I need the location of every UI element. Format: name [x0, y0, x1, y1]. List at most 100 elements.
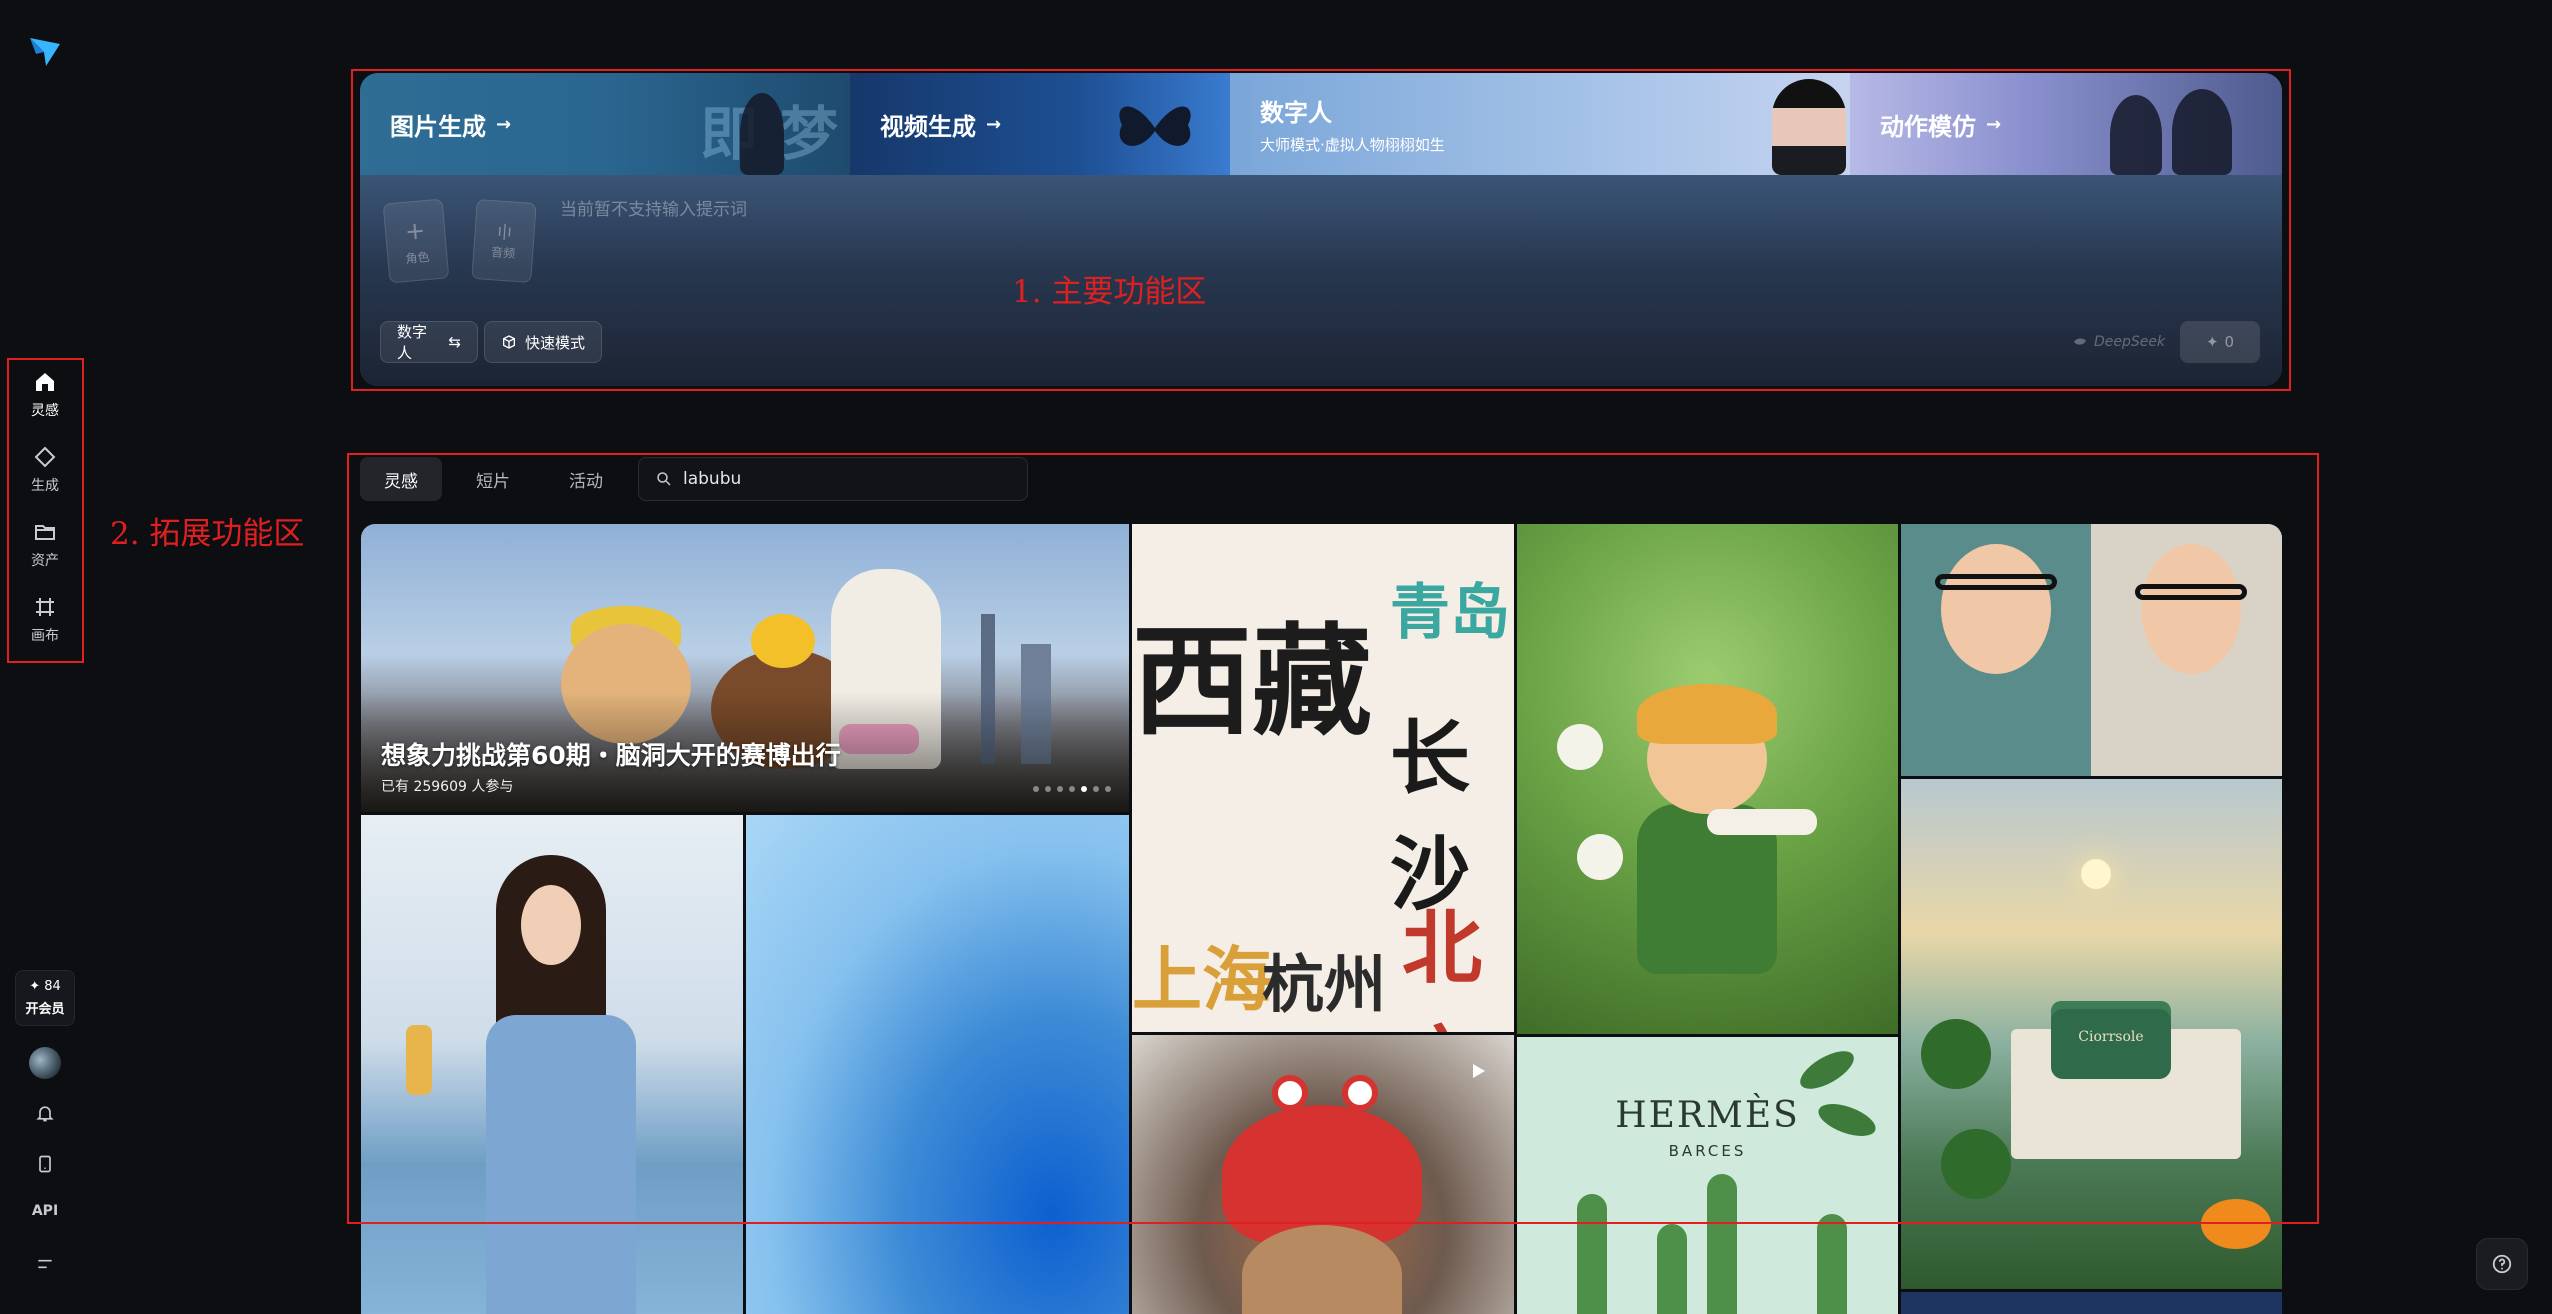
- nav-generate-label: 生成: [31, 478, 59, 494]
- glasses-shape: [1935, 574, 2057, 590]
- cartoon-face: [1941, 544, 2051, 674]
- mode-select-button[interactable]: 数字人 ⇆: [380, 321, 478, 363]
- gallery-item-crab-cat-video[interactable]: [1132, 1035, 1514, 1314]
- search-input[interactable]: labubu: [638, 457, 1028, 501]
- flower-shape: [1557, 724, 1603, 770]
- plus-icon: +: [403, 215, 427, 246]
- motion-mimic-entry[interactable]: 动作模仿 →: [1850, 73, 2282, 175]
- tab-inspiration[interactable]: 灵感: [360, 457, 442, 501]
- hermes-subtitle: BARCES: [1668, 1142, 1747, 1160]
- gallery-item-woman-beach[interactable]: [361, 815, 743, 1314]
- gallery-item-felt-doll[interactable]: [1517, 524, 1898, 1034]
- crab-eye: [1272, 1075, 1308, 1111]
- cactus-shape: [1707, 1174, 1737, 1314]
- add-audio-card[interactable]: ı|ı 音频: [471, 199, 537, 283]
- notification-bell-icon[interactable]: [28, 1096, 62, 1130]
- menu-icon[interactable]: [28, 1247, 62, 1281]
- broccoli-shape: [1921, 1019, 1991, 1089]
- featured-challenge-card[interactable]: 想象力挑战第60期・脑洞大开的赛博出行 已有 259609 人参与: [361, 524, 1129, 812]
- city-hangzhou: 杭州: [1262, 948, 1387, 1021]
- dress-shape: [486, 1015, 636, 1314]
- nav-canvas-label: 画布: [31, 628, 59, 644]
- mode-label: 数字人: [397, 323, 428, 362]
- arrow-right-icon: →: [986, 113, 1002, 135]
- api-link[interactable]: API: [25, 1203, 65, 1219]
- generate-cost: 0: [2224, 333, 2235, 351]
- person-silhouette: [2110, 95, 2162, 175]
- image-generation-entry[interactable]: 图片生成 → 即 梦: [360, 73, 850, 175]
- flower-shape: [1577, 834, 1623, 880]
- city-shanghai: 上海: [1132, 938, 1272, 1021]
- carousel-dot[interactable]: [1057, 786, 1063, 792]
- broccoli-shape: [1941, 1129, 2011, 1199]
- credits-vip-button[interactable]: ✦ 84 开会员: [15, 970, 75, 1026]
- crab-hat-shape: [1222, 1105, 1422, 1245]
- diamond-icon: [34, 446, 56, 468]
- nav-inspiration-label: 灵感: [31, 403, 59, 419]
- carousel-dot[interactable]: [1045, 786, 1051, 792]
- fast-mode-button[interactable]: 快速模式: [484, 321, 602, 363]
- hermes-title: HERMÈS: [1615, 1095, 1800, 1136]
- user-avatar[interactable]: [29, 1047, 61, 1079]
- doll-scarf: [1707, 809, 1817, 835]
- prompt-area: + 角色 ı|ı 音频 当前暂不支持输入提示词 数字人 ⇆ 快速模式 DeepS…: [360, 175, 2282, 386]
- mobile-app-icon[interactable]: [28, 1147, 62, 1181]
- butterfly-image: [1119, 106, 1191, 146]
- duck-shape: [751, 614, 815, 668]
- video-generation-label: 视频生成: [880, 112, 976, 141]
- sun-shape: [2081, 859, 2111, 889]
- nav-generate[interactable]: 生成: [12, 437, 78, 503]
- credits-amount: ✦ 84: [29, 979, 61, 994]
- person-silhouette: [740, 93, 784, 175]
- cat-face-shape: [1242, 1225, 1402, 1314]
- crab-eye: [1342, 1075, 1378, 1111]
- carousel-dot[interactable]: [1033, 786, 1039, 792]
- carousel-dot-active[interactable]: [1081, 786, 1087, 792]
- leaf-shape: [1794, 1043, 1860, 1097]
- decor-char: 梦: [780, 100, 839, 168]
- city-xizang: 西藏: [1132, 611, 1372, 752]
- gallery-item-night-sky[interactable]: [1901, 1292, 2282, 1314]
- nav-inspiration[interactable]: 灵感: [12, 362, 78, 428]
- jar-brand-label: Ciorrsole: [2078, 1029, 2144, 1045]
- generate-button[interactable]: ✦ 0: [2180, 321, 2260, 363]
- app-logo-icon[interactable]: [26, 30, 66, 70]
- arrow-right-icon: →: [496, 113, 512, 135]
- add-audio-label: 音频: [490, 245, 516, 261]
- carousel-dots[interactable]: [1033, 786, 1111, 792]
- featured-participants: 已有 259609 人参与: [381, 779, 514, 795]
- digital-human-entry[interactable]: 数字人 大师模式·虚拟人物栩栩如生: [1230, 73, 1850, 175]
- help-button[interactable]: [2476, 1238, 2528, 1290]
- gallery-item-cartoon-portraits[interactable]: [1901, 524, 2282, 776]
- orange-shape: [2201, 1199, 2271, 1249]
- portrait-right-panel: [2091, 524, 2282, 776]
- tab-activity[interactable]: 活动: [545, 457, 627, 501]
- gallery-item-hermes-poster[interactable]: HERMÈS BARCES: [1517, 1037, 1898, 1314]
- bottle-shape: [406, 1025, 432, 1095]
- gallery-item-city-typography[interactable]: 西藏 青岛 长沙 上海 杭州 北京: [1132, 524, 1514, 1032]
- nav-canvas[interactable]: 画布: [12, 587, 78, 653]
- nav-assets-label: 资产: [31, 553, 59, 569]
- add-role-label: 角色: [404, 249, 431, 266]
- gallery-item-cream-jar[interactable]: Ciorrsole: [1901, 779, 2282, 1289]
- carousel-dot[interactable]: [1093, 786, 1099, 792]
- featured-title: 想象力挑战第60期・脑洞大开的赛博出行: [381, 741, 841, 770]
- main-function-panel: 图片生成 → 即 梦 视频生成 → 数字人 大师模式·虚拟人物栩栩如生 动作模仿…: [360, 73, 2282, 386]
- add-role-card[interactable]: + 角色: [382, 198, 450, 284]
- tab-short-film[interactable]: 短片: [452, 457, 534, 501]
- annotation-extension-label: 2. 拓展功能区: [110, 516, 305, 552]
- play-icon: [1473, 1064, 1485, 1078]
- carousel-dot[interactable]: [1105, 786, 1111, 792]
- cactus-shape: [1577, 1194, 1607, 1314]
- prompt-input[interactable]: 当前暂不支持输入提示词: [560, 195, 747, 220]
- gallery-item-blue-texture[interactable]: [746, 815, 1129, 1314]
- cactus-shape: [1817, 1214, 1847, 1314]
- sidebar: 灵感 生成 资产 画布 ✦ 84 开会员 API: [0, 0, 90, 1314]
- carousel-dot[interactable]: [1069, 786, 1075, 792]
- swap-icon: ⇆: [448, 333, 461, 351]
- nav-assets[interactable]: 资产: [12, 512, 78, 578]
- deepseek-badge[interactable]: DeepSeek: [2072, 321, 2165, 363]
- canvas-icon: [36, 598, 54, 616]
- home-icon: [36, 373, 54, 391]
- digital-human-portrait: [1772, 79, 1846, 175]
